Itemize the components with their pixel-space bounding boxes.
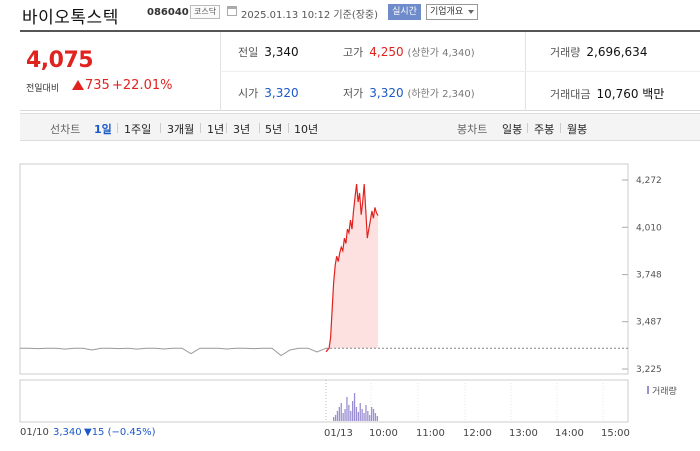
- x-tick-label: 11:00: [416, 428, 445, 439]
- prev-date: 01/10: [20, 427, 49, 438]
- volume-bar: [353, 393, 356, 421]
- volume-bar: [365, 405, 367, 421]
- volume-bar: [346, 397, 348, 421]
- volume-bar: [371, 407, 373, 421]
- volume-bar: [352, 401, 354, 421]
- x-tick-label: 12:00: [463, 428, 492, 439]
- x-tick-label: 10:00: [369, 428, 398, 439]
- volume-bar: [367, 411, 369, 421]
- volume-bar: [340, 403, 342, 421]
- volume-bar: [359, 403, 361, 421]
- chart-frame: [19, 163, 629, 375]
- volume-legend-swatch: [647, 386, 649, 394]
- prev-price: 3,340: [53, 427, 82, 438]
- y-tick-label: 3,748: [636, 271, 662, 281]
- volume-bar: [336, 411, 339, 421]
- volume-bar: [334, 415, 337, 421]
- volume-bar: [348, 405, 350, 421]
- volume-bar: [372, 409, 375, 421]
- volume-bar: [355, 407, 358, 421]
- volume-bar: [342, 413, 344, 421]
- x-tick-label: 14:00: [555, 428, 584, 439]
- volume-bar: [376, 416, 378, 421]
- y-tick-label: 4,010: [636, 223, 662, 233]
- x-tick-label: 15:00: [601, 428, 630, 439]
- volume-frame: [19, 379, 629, 423]
- volume-bar: [333, 417, 335, 421]
- volume-bar: [361, 409, 363, 421]
- volume-bar: [338, 407, 340, 421]
- x-tick-label: 13:00: [509, 428, 538, 439]
- y-tick-label: 3,225: [636, 365, 662, 375]
- volume-bar: [350, 411, 352, 421]
- volume-bar: [363, 413, 365, 421]
- y-tick-label: 3,487: [636, 318, 662, 328]
- volume-bar: [374, 413, 377, 421]
- volume-bar: [344, 409, 346, 421]
- x-tick-label: 01/13: [324, 428, 353, 439]
- volume-bar: [357, 412, 359, 421]
- intraday-chart[interactable]: 4,272 4,010 3,748 3,487 3,225 01/13 10:00 11:0…: [0, 0, 700, 451]
- prev-change: ▼15 (−0.45%): [84, 427, 156, 438]
- volume-bar: [369, 415, 371, 421]
- y-tick-label: 4,272: [636, 176, 662, 186]
- volume-legend-label: 거래량: [652, 385, 677, 397]
